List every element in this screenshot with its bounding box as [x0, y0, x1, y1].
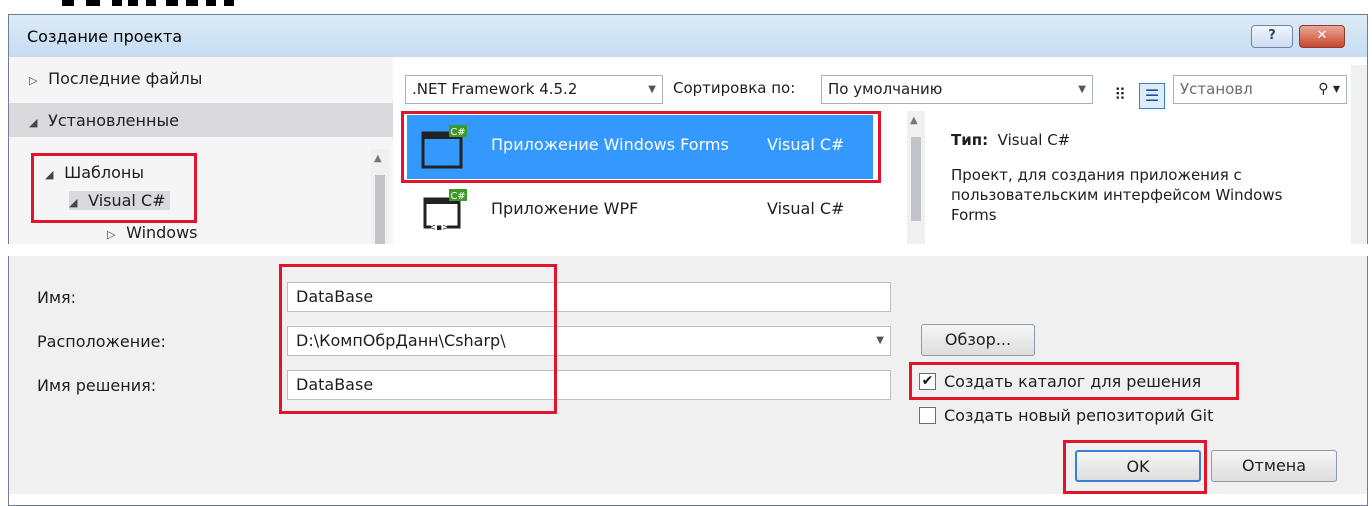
scrollbar-thumb[interactable] [911, 137, 921, 221]
annotation-highlight-box [401, 111, 881, 183]
template-name: Приложение WPF [491, 199, 639, 218]
template-language: Visual C# [767, 199, 845, 218]
type-value: Visual C# [997, 131, 1071, 149]
wpf-app-icon: C# <▪> [423, 189, 467, 233]
annotation-highlight-box [31, 153, 197, 223]
sidebar-item-installed[interactable]: ◢ Установленные [29, 111, 179, 130]
scrollbar-thumb[interactable] [375, 175, 385, 244]
search-input[interactable]: Установл ⚲ ▾ [1173, 75, 1347, 104]
new-project-dialog: Создание проекта ? ✕ ▷ Последние файлы ◢… [8, 14, 1368, 244]
svg-text:C#: C# [450, 191, 465, 202]
checkbox-unchecked-icon [919, 407, 936, 424]
scroll-up-icon[interactable]: ▲ [374, 153, 382, 164]
sidebar-item-label: Последние файлы [48, 69, 203, 88]
close-button[interactable]: ✕ [1299, 25, 1345, 48]
svg-text:<▪>: <▪> [428, 223, 449, 233]
type-label: Тип: [951, 131, 989, 149]
framework-select[interactable]: .NET Framework 4.5.2 ▼ [405, 75, 663, 104]
annotation-highlight-box [909, 362, 1239, 400]
location-label: Расположение: [37, 332, 166, 351]
sidebar-item-label: Установленные [48, 111, 179, 130]
list-view-icon[interactable]: ☰ [1139, 83, 1165, 109]
checkbox-label: Создать новый репозиторий Git [944, 406, 1214, 425]
sort-label: Сортировка по: [673, 79, 796, 97]
description-scrollbar[interactable] [1351, 65, 1367, 244]
project-settings-area: Имя: Расположение: Имя решения: DataBase… [8, 256, 1368, 506]
search-placeholder: Установл [1180, 80, 1253, 98]
scroll-up-icon[interactable]: ▲ [910, 115, 918, 126]
template-type: Тип: Visual C# [951, 131, 1070, 149]
grid-view-icon[interactable]: ⠿ [1107, 83, 1133, 109]
list-item-wpf[interactable]: C# <▪> Приложение WPF Visual C# [407, 179, 873, 243]
sidebar-item-recent[interactable]: ▷ Последние файлы [29, 69, 202, 88]
cancel-button[interactable]: Отмена [1211, 450, 1337, 482]
title-bar: Создание проекта ? ✕ [9, 15, 1367, 57]
chevron-down-icon: ▼ [1078, 84, 1086, 95]
chevron-down-icon[interactable]: ▼ [876, 327, 884, 355]
template-list: C# Приложение Windows Forms Visual C# C#… [399, 111, 907, 244]
template-tree-sidebar: ▷ Последние файлы ◢ Установленные ◢ Шабл… [9, 57, 393, 244]
expand-arrow-icon: ▷ [107, 228, 116, 241]
sidebar-item-windows[interactable]: ▷ Windows [107, 223, 198, 242]
framework-select-value: .NET Framework 4.5.2 [412, 80, 578, 98]
expand-arrow-icon: ▷ [29, 74, 38, 87]
cropped-top-strip [0, 0, 1372, 14]
template-list-scrollbar[interactable]: ▲ [907, 111, 925, 244]
template-description: Проект, для создания приложения с пользо… [951, 166, 1283, 224]
sort-select[interactable]: По умолчанию ▼ [821, 75, 1093, 104]
solution-name-label: Имя решения: [37, 376, 157, 395]
dialog-title: Создание проекта [27, 27, 183, 46]
search-icon: ⚲ ▾ [1318, 81, 1340, 97]
annotation-highlight-box [1063, 440, 1207, 494]
sidebar-item-label: Windows [126, 223, 198, 242]
create-git-repo-checkbox[interactable]: Создать новый репозиторий Git [919, 406, 1213, 425]
sidebar-scrollbar[interactable]: ▲ [371, 149, 389, 244]
annotation-highlight-box [279, 264, 557, 414]
chevron-down-icon: ▼ [648, 84, 656, 95]
sort-select-value: По умолчанию [828, 80, 943, 98]
help-button[interactable]: ? [1251, 25, 1293, 48]
collapse-arrow-icon: ◢ [29, 116, 38, 129]
browse-button[interactable]: Обзор... [921, 324, 1035, 356]
project-settings-panel: Имя: Расположение: Имя решения: DataBase… [9, 256, 1367, 494]
name-label: Имя: [37, 288, 77, 307]
